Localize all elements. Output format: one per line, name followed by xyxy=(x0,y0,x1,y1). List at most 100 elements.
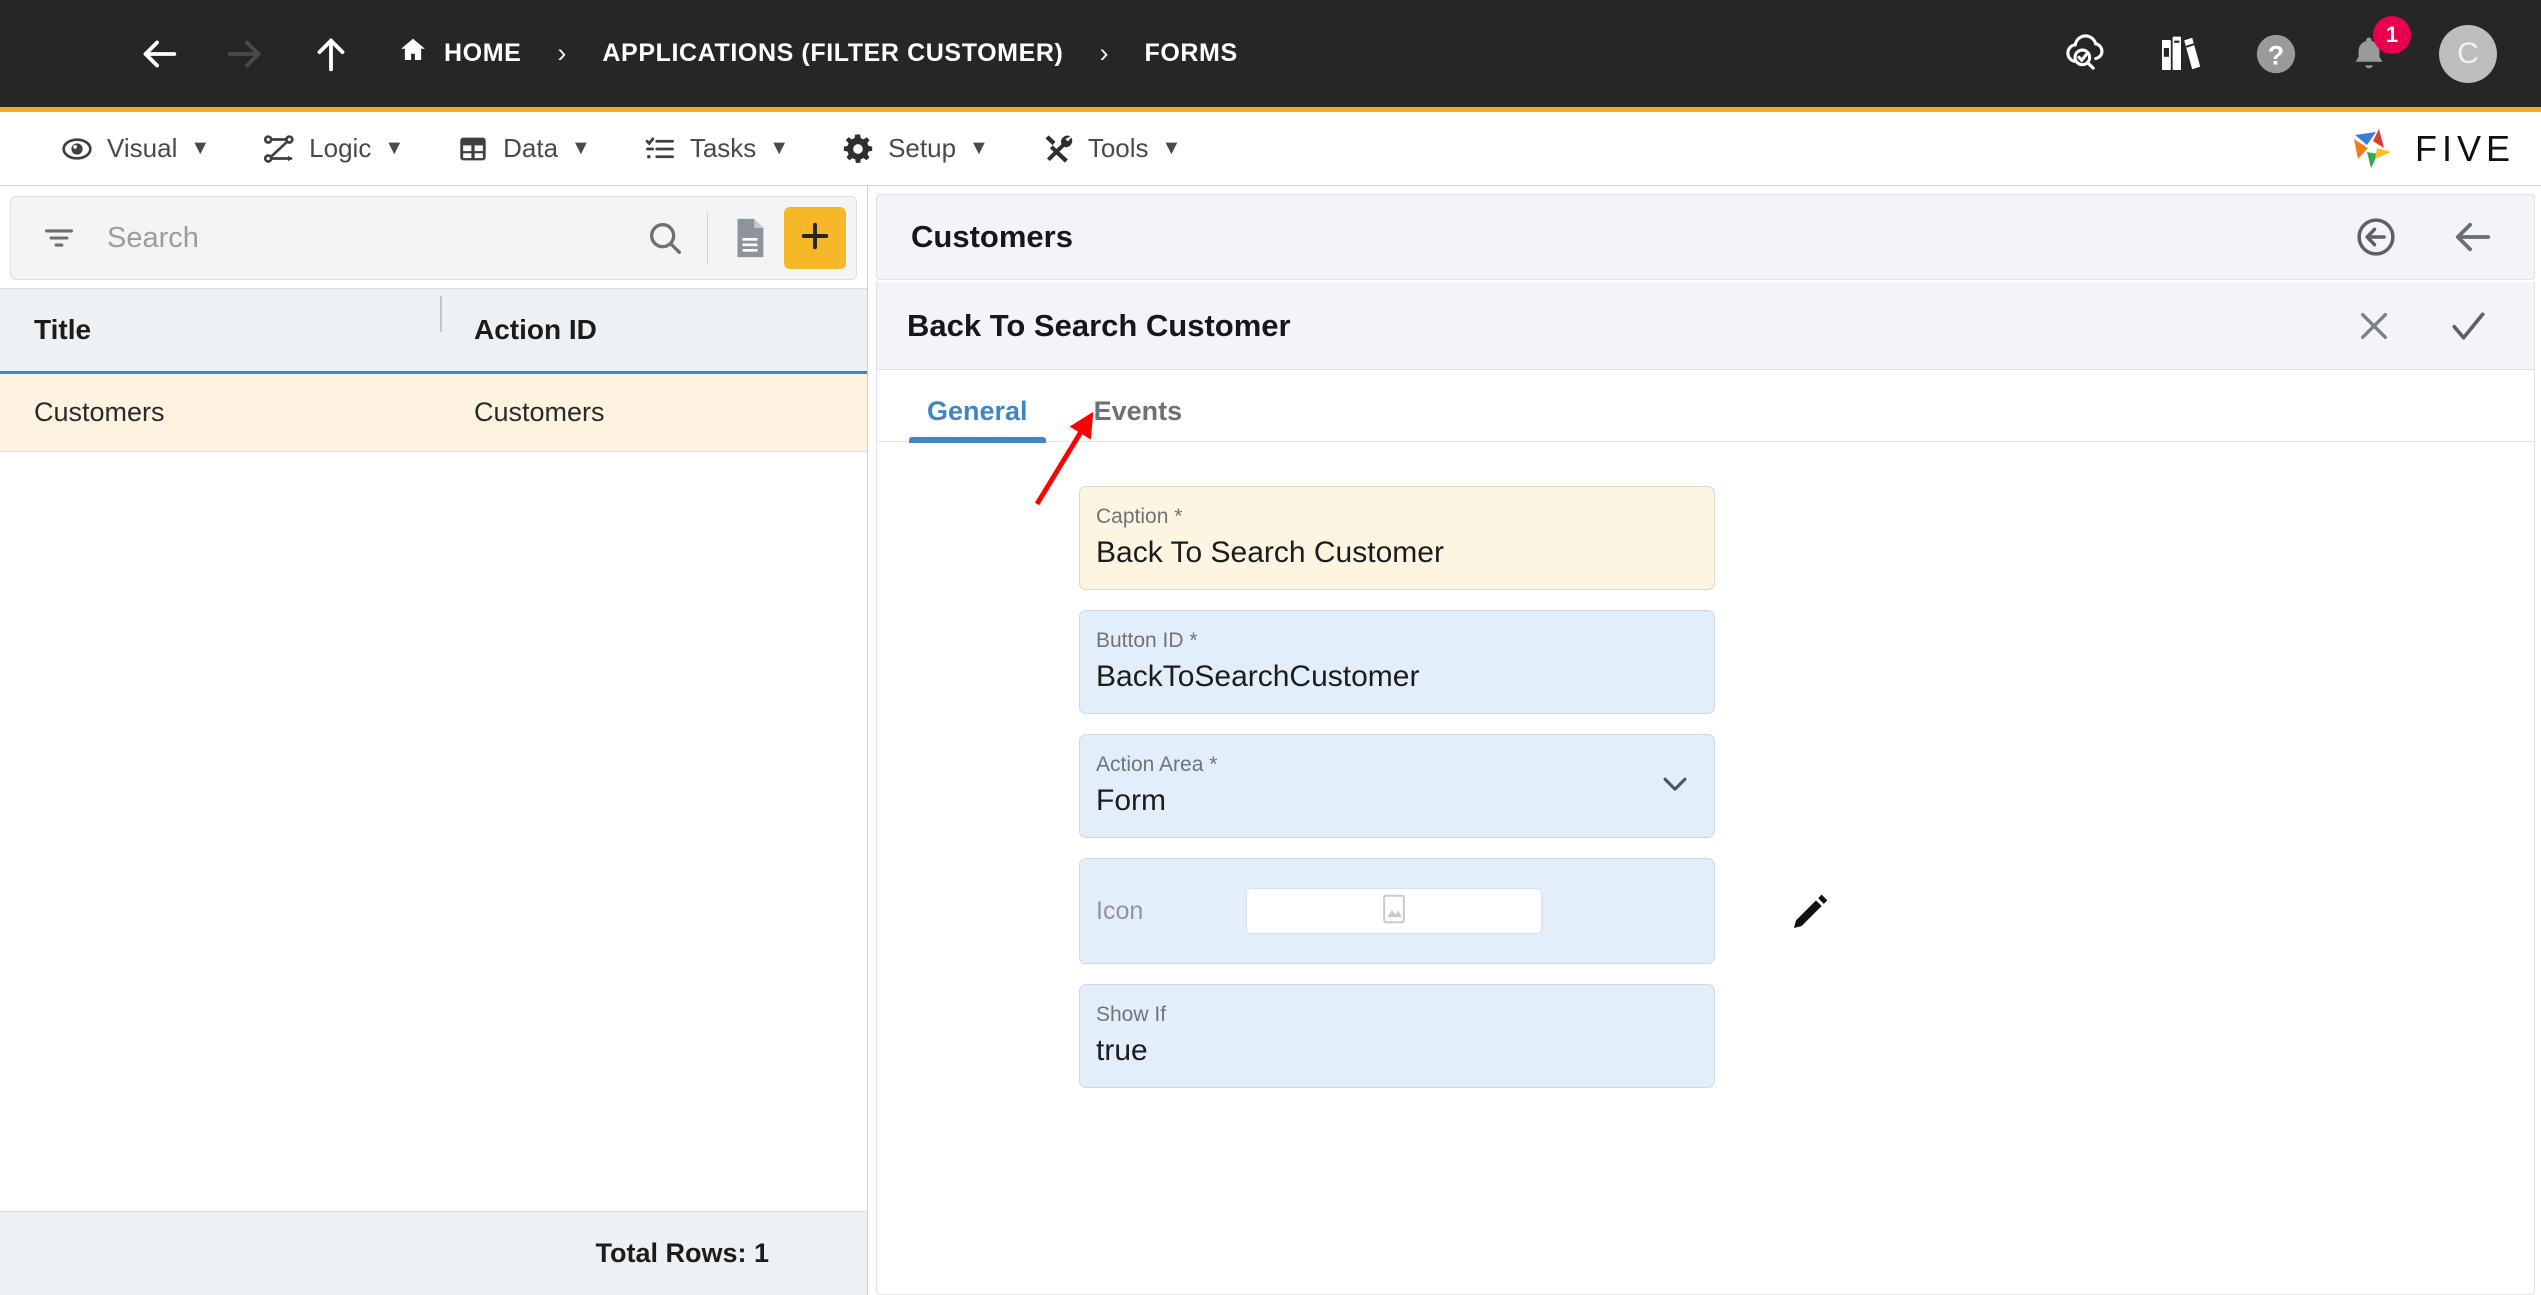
menu-item-data[interactable]: Data ▼ xyxy=(430,112,617,185)
tab-events[interactable]: Events xyxy=(1076,396,1201,441)
tools-wrench-screwdriver-icon xyxy=(1041,132,1075,166)
toolbar-divider xyxy=(707,212,708,264)
button-id-field[interactable]: Button ID * BackToSearchCustomer xyxy=(1079,610,1715,714)
main-menu-bar: Visual ▼ Logic ▼ Data ▼ Tasks ▼ Setup ▼ … xyxy=(0,112,2541,186)
right-detail-panel: Customers Back To Search Customer Genera… xyxy=(868,186,2541,1295)
search-bar xyxy=(10,196,857,280)
breadcrumb-label: FORMS xyxy=(1144,39,1238,67)
detail-header-actions xyxy=(2350,211,2498,263)
tab-general[interactable]: General xyxy=(909,396,1046,443)
eye-icon xyxy=(60,132,94,166)
breadcrumb-label: APPLICATIONS (FILTER CUSTOMER) xyxy=(602,39,1064,67)
breadcrumb-separator: › xyxy=(557,38,567,68)
caption-field[interactable]: Caption * Back To Search Customer xyxy=(1079,486,1715,590)
field-label: Icon xyxy=(1096,896,1144,925)
home-icon xyxy=(398,35,428,72)
books-library-icon[interactable] xyxy=(2157,30,2205,78)
arrow-left-icon[interactable] xyxy=(136,31,182,77)
logic-flow-icon xyxy=(262,132,296,166)
breadcrumb-separator: › xyxy=(1099,38,1109,68)
close-icon[interactable] xyxy=(2348,300,2400,352)
chevron-down-icon[interactable] xyxy=(1658,767,1692,806)
navigation-arrows xyxy=(136,31,354,77)
field-label: Show If xyxy=(1096,1003,1167,1027)
avatar[interactable]: C xyxy=(2439,24,2497,83)
column-header-title[interactable]: Title xyxy=(0,314,440,346)
menu-item-label: Visual xyxy=(107,133,178,163)
top-bar-actions: ? 1 C xyxy=(2059,15,2511,83)
pencil-edit-icon[interactable] xyxy=(1784,885,1836,937)
notifications-bell-icon[interactable]: 1 xyxy=(2347,15,2411,76)
back-circle-icon[interactable] xyxy=(2350,211,2402,263)
detail-panel-header: Customers xyxy=(876,194,2535,280)
field-label: Caption * xyxy=(1096,505,1183,529)
breadcrumb: HOME › APPLICATIONS (FILTER CUSTOMER) › … xyxy=(398,35,1238,72)
plus-icon xyxy=(797,218,833,259)
left-list-panel: Title Action ID Customers Customers Tota… xyxy=(0,186,868,1295)
menu-item-tools[interactable]: Tools ▼ xyxy=(1015,112,1208,185)
menu-item-logic[interactable]: Logic ▼ xyxy=(236,112,430,185)
arrow-left-icon[interactable] xyxy=(2446,211,2498,263)
field-label: Action Area * xyxy=(1096,753,1218,777)
notification-badge: 1 xyxy=(2373,15,2411,54)
column-header-action-id[interactable]: Action ID xyxy=(440,296,867,346)
menu-item-label: Setup xyxy=(888,133,957,163)
icon-field[interactable]: Icon xyxy=(1079,858,1828,964)
search-icon[interactable] xyxy=(637,210,693,266)
menu-item-tasks[interactable]: Tasks ▼ xyxy=(617,112,815,185)
table-grid-icon xyxy=(456,132,490,166)
breadcrumb-item-applications[interactable]: APPLICATIONS (FILTER CUSTOMER) xyxy=(602,39,1063,68)
five-logo-text: FIVE xyxy=(2414,127,2515,169)
field-value: BackToSearchCustomer xyxy=(1096,659,1420,693)
arrow-right-icon[interactable] xyxy=(222,31,268,77)
icon-preview-box[interactable] xyxy=(1246,888,1542,934)
chevron-down-icon: ▼ xyxy=(384,137,405,159)
breadcrumb-item-home[interactable]: HOME xyxy=(398,35,521,72)
document-icon[interactable] xyxy=(722,210,778,266)
checklist-icon xyxy=(643,132,677,166)
svg-text:?: ? xyxy=(2268,40,2284,70)
search-input[interactable] xyxy=(79,221,637,255)
total-rows-label: Total Rows: 1 xyxy=(0,1211,867,1295)
arrow-up-icon[interactable] xyxy=(308,31,354,77)
list-rows: Customers Customers xyxy=(0,374,867,1211)
form-header: Back To Search Customer xyxy=(877,282,2534,370)
gear-icon xyxy=(841,132,875,166)
help-icon[interactable]: ? xyxy=(2253,31,2299,77)
menu-item-label: Data xyxy=(503,133,559,163)
form-card: Back To Search Customer General Events C… xyxy=(876,282,2535,1295)
form-title: Back To Search Customer xyxy=(907,307,1291,343)
menu-item-visual[interactable]: Visual ▼ xyxy=(34,112,236,185)
cell-title: Customers xyxy=(34,397,165,427)
action-area-field[interactable]: Action Area * Form xyxy=(1079,734,1715,838)
table-row[interactable]: Customers Customers xyxy=(0,374,867,452)
avatar-initial: C xyxy=(2457,36,2479,70)
five-logo-mark xyxy=(2353,128,2391,168)
list-column-headers: Title Action ID xyxy=(0,288,867,374)
chevron-down-icon: ▼ xyxy=(190,137,211,159)
page-title: Customers xyxy=(911,219,1073,254)
chevron-down-icon: ▼ xyxy=(571,137,591,159)
chevron-down-icon: ▼ xyxy=(1161,137,1182,159)
menu-item-label: Tools xyxy=(1087,133,1149,163)
breadcrumb-label: HOME xyxy=(444,39,522,67)
main-content: Title Action ID Customers Customers Tota… xyxy=(0,186,2541,1295)
breadcrumb-item-forms[interactable]: FORMS xyxy=(1144,39,1237,68)
filter-icon[interactable] xyxy=(39,218,79,258)
confirm-check-icon[interactable] xyxy=(2442,300,2494,352)
cloud-check-search-icon[interactable] xyxy=(2059,29,2109,79)
field-value: Back To Search Customer xyxy=(1096,535,1444,569)
field-label: Button ID * xyxy=(1096,629,1198,653)
menu-item-setup[interactable]: Setup ▼ xyxy=(815,112,1015,185)
form-fields: Caption * Back To Search Customer Button… xyxy=(877,442,2534,1108)
add-record-button[interactable] xyxy=(784,207,846,269)
menu-item-label: Tasks xyxy=(689,133,757,163)
chevron-down-icon: ▼ xyxy=(969,137,989,159)
show-if-field[interactable]: Show If true xyxy=(1079,984,1715,1088)
image-placeholder-icon xyxy=(1380,893,1408,930)
form-header-actions xyxy=(2348,300,2494,352)
chevron-down-icon: ▼ xyxy=(769,137,790,159)
five-logo: FIVE xyxy=(2345,121,2515,177)
hamburger-icon[interactable] xyxy=(44,37,90,71)
menu-item-label: Logic xyxy=(309,133,372,163)
